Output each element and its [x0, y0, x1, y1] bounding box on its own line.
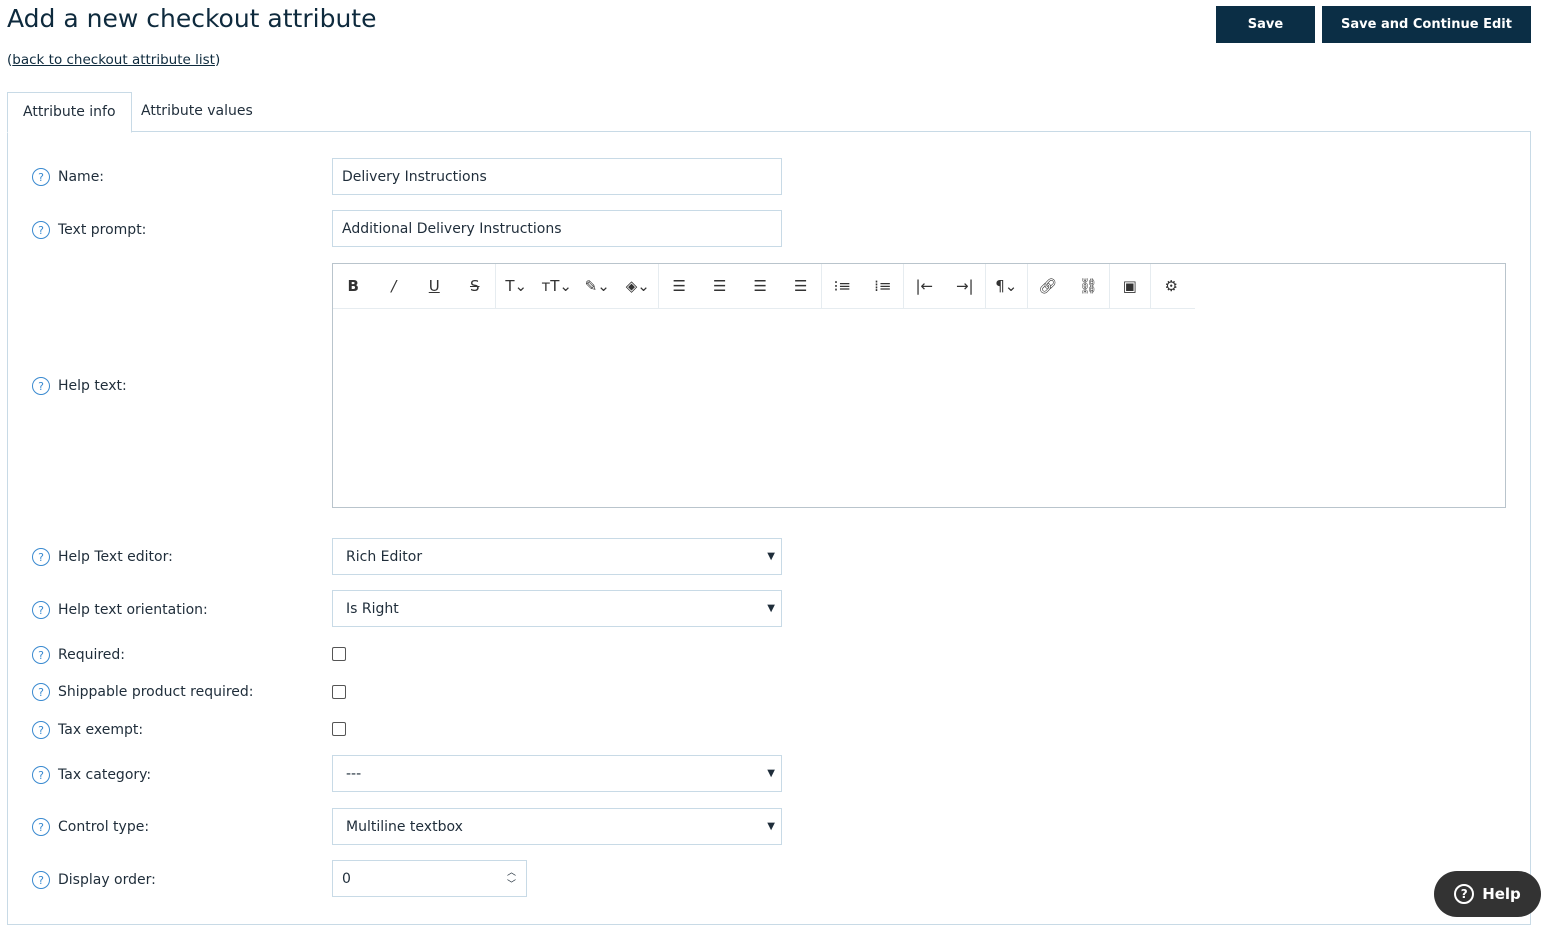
display-order-input[interactable]: 0 ︿ ﹀	[332, 860, 527, 897]
tab-attribute-values[interactable]: Attribute values	[126, 92, 268, 131]
label-text: Help text:	[58, 378, 127, 394]
image-icon[interactable]: ▣	[1110, 264, 1151, 308]
select-value: Multiline textbox	[346, 818, 463, 835]
chevron-down-icon: ▼	[767, 603, 775, 614]
label-text: Help text orientation:	[58, 602, 208, 618]
link-icon[interactable]: 🔗︎	[1028, 264, 1069, 308]
help-text-label: ? Help text:	[32, 376, 127, 396]
align-left-icon[interactable]: ☰	[659, 264, 700, 308]
help-text-orientation-label: ? Help text orientation:	[32, 600, 208, 620]
help-icon: ?	[1454, 884, 1475, 904]
display-order-label: ? Display order:	[32, 870, 156, 890]
help-text-editor-label: ? Help Text editor:	[32, 547, 173, 567]
select-value: Is Right	[346, 600, 399, 617]
help-text-editor-select[interactable]: Rich Editor ▼	[332, 538, 782, 575]
form-panel	[7, 131, 1531, 925]
text-prompt-label: ? Text prompt:	[32, 220, 146, 240]
bullet-list-icon[interactable]: ⁝≡	[822, 264, 863, 308]
help-icon[interactable]: ?	[32, 168, 50, 186]
tax-exempt-checkbox[interactable]	[332, 722, 346, 736]
label-text: Text prompt:	[58, 222, 147, 238]
help-icon[interactable]: ?	[32, 871, 50, 889]
name-label: ? Name:	[32, 167, 104, 187]
paragraph-icon[interactable]: ¶⌄	[986, 264, 1027, 308]
spinner-icon[interactable]: ︿ ﹀	[507, 867, 516, 891]
control-type-label: ? Control type:	[32, 817, 149, 837]
label-text: Tax category:	[58, 767, 152, 783]
label-text: Display order:	[58, 872, 156, 888]
input-value: 0	[342, 870, 351, 887]
label-text: Control type:	[58, 819, 150, 835]
page-title: Add a new checkout attribute	[7, 4, 377, 33]
settings-icon[interactable]: ⚙	[1151, 264, 1192, 308]
help-text-editor: B / U S T⌄ тT⌄ ✎⌄ ◈⌄ ☰ ☰ ☰ ☰ ⁝≡ ⁞≡ |← →| ¶⌄ 🔗︎ ⛓︎ ▣ …	[332, 263, 1506, 508]
chevron-down-icon: ▼	[767, 551, 775, 562]
align-center-icon[interactable]: ☰	[700, 264, 741, 308]
align-right-icon[interactable]: ☰	[740, 264, 781, 308]
editor-toolbar: B / U S T⌄ тT⌄ ✎⌄ ◈⌄ ☰ ☰ ☰ ☰ ⁝≡ ⁞≡ |← →| ¶⌄ 🔗︎ ⛓︎ ▣ …	[333, 264, 1195, 309]
label-text: Shippable product required:	[58, 684, 254, 700]
required-label: ? Required:	[32, 645, 125, 665]
help-label: Help	[1482, 885, 1521, 903]
tax-exempt-label: ? Tax exempt:	[32, 720, 143, 740]
help-icon[interactable]: ?	[32, 766, 50, 784]
back-link[interactable]: back to checkout attribute list	[12, 52, 215, 68]
name-input[interactable]: Delivery Instructions	[332, 158, 782, 195]
chevron-down-icon: ▼	[767, 768, 775, 779]
tax-category-label: ? Tax category:	[32, 765, 151, 785]
label-text: Tax exempt:	[58, 722, 144, 738]
shippable-checkbox[interactable]	[332, 685, 346, 699]
help-icon[interactable]: ?	[32, 548, 50, 566]
font-family-icon[interactable]: T⌄	[496, 264, 537, 308]
help-text-orientation-select[interactable]: Is Right ▼	[332, 590, 782, 627]
help-icon[interactable]: ?	[32, 683, 50, 701]
numbered-list-icon[interactable]: ⁞≡	[863, 264, 904, 308]
help-icon[interactable]: ?	[32, 818, 50, 836]
background-color-icon[interactable]: ◈⌄	[618, 264, 659, 308]
italic-icon[interactable]: /	[374, 264, 415, 308]
unlink-icon[interactable]: ⛓︎	[1068, 264, 1109, 308]
help-icon[interactable]: ?	[32, 601, 50, 619]
select-value: ---	[346, 765, 362, 782]
chevron-down-icon: ▼	[767, 821, 775, 832]
required-checkbox[interactable]	[332, 647, 346, 661]
back-link-wrap: (back to checkout attribute list)	[7, 52, 221, 68]
label-text: Help Text editor:	[58, 549, 173, 565]
bold-icon[interactable]: B	[333, 264, 374, 308]
label-text: Required:	[58, 647, 126, 663]
help-icon[interactable]: ?	[32, 221, 50, 239]
help-icon[interactable]: ?	[32, 646, 50, 664]
underline-icon[interactable]: U	[414, 264, 455, 308]
save-button[interactable]: Save	[1216, 6, 1315, 43]
select-value: Rich Editor	[346, 548, 423, 565]
help-icon[interactable]: ?	[32, 377, 50, 395]
indent-icon[interactable]: →|	[945, 264, 986, 308]
tab-attribute-info[interactable]: Attribute info	[7, 92, 132, 133]
label-text: Name:	[58, 169, 105, 185]
text-color-icon[interactable]: ✎⌄	[577, 264, 618, 308]
help-button[interactable]: ? Help	[1434, 871, 1541, 917]
text-prompt-input[interactable]: Additional Delivery Instructions	[332, 210, 782, 247]
control-type-select[interactable]: Multiline textbox ▼	[332, 808, 782, 845]
font-size-icon[interactable]: тT⌄	[537, 264, 578, 308]
strikethrough-icon[interactable]: S	[455, 264, 496, 308]
shippable-label: ? Shippable product required:	[32, 682, 254, 702]
align-justify-icon[interactable]: ☰	[781, 264, 822, 308]
save-continue-button[interactable]: Save and Continue Edit	[1322, 6, 1531, 43]
help-icon[interactable]: ?	[32, 721, 50, 739]
outdent-icon[interactable]: |←	[904, 264, 945, 308]
tax-category-select[interactable]: --- ▼	[332, 755, 782, 792]
